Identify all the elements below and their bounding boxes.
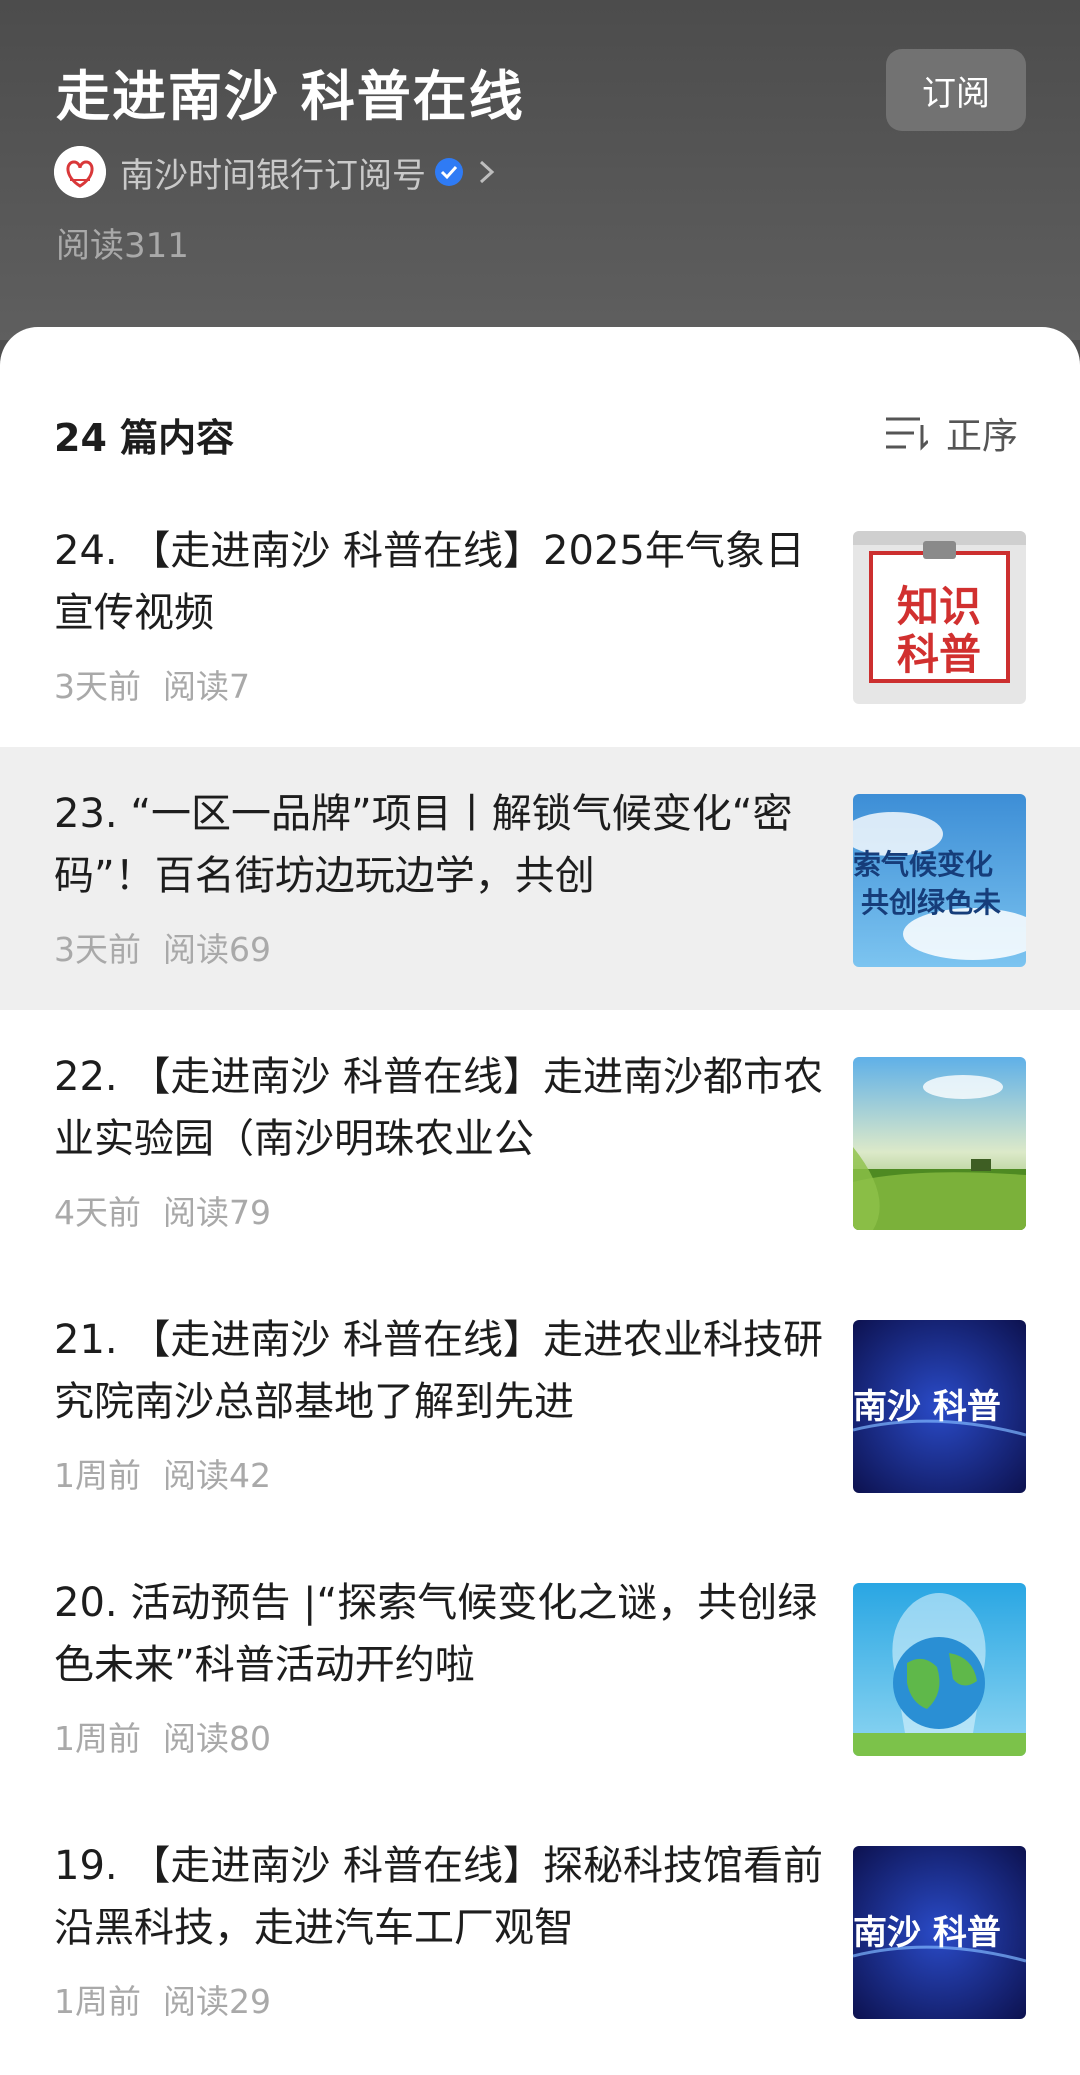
list-item[interactable]: 19. 【走进南沙 科普在线】探秘科技馆看前沿黑科技，走进汽车工厂观智 1周前 … [0,1799,1080,2062]
article-header: 走进南沙 科普在线 订阅 南沙时间银行订阅号 阅读311 [0,0,1080,340]
item-reads: 阅读80 [163,1719,271,1758]
sort-order-icon [886,417,928,451]
svg-text:南沙 科普: 南沙 科普 [853,1913,1001,1953]
item-thumbnail: 索气候变化 共创绿色未 [853,794,1026,967]
item-thumbnail [853,1057,1026,1230]
sort-button[interactable]: 正序 [884,407,1018,459]
heart-logo-icon [54,146,106,198]
item-meta: 1周前 阅读29 [54,1975,271,2023]
item-title: 24. 【走进南沙 科普在线】2025年气象日宣传视频 [54,528,805,636]
thumb-text: 知识 [897,582,981,631]
item-reads: 阅读7 [163,667,250,706]
item-thumbnail: 南沙 科普 [853,1320,1026,1493]
item-time: 1周前 [54,1982,141,2021]
collection-panel: 24 篇内容 正序 24. 【走进南沙 科普在线】2025年气象日宣传视频 3天… [0,327,1080,2075]
list-item[interactable]: 22. 【走进南沙 科普在线】走进南沙都市农业实验园（南沙明珠农业公 4天前 阅… [0,1010,1080,1273]
item-title: 22. 【走进南沙 科普在线】走进南沙都市农业实验园（南沙明珠农业公 [54,1054,824,1162]
chevron-right-icon [479,160,495,184]
subscribe-button[interactable]: 订阅 [886,49,1026,131]
item-reads: 阅读29 [163,1982,271,2021]
item-meta: 1周前 阅读80 [54,1712,271,1760]
item-time: 1周前 [54,1719,141,1758]
item-reads: 阅读69 [163,930,271,969]
sort-label: 正序 [946,416,1019,457]
list-item[interactable]: 21. 【走进南沙 科普在线】走进农业科技研究院南沙总部基地了解到先进 1周前 … [0,1273,1080,1536]
svg-text:索气候变化: 索气候变化 [853,848,993,881]
item-meta: 4天前 阅读79 [54,1186,271,1234]
svg-text:南沙 科普: 南沙 科普 [853,1387,1001,1427]
page-title: 走进南沙 科普在线 [56,65,525,128]
item-time: 1周前 [54,1456,141,1495]
item-thumbnail: 知识 科普 [853,531,1026,704]
verified-badge-icon [435,158,463,186]
read-count: 阅读311 [56,226,189,266]
list-item[interactable]: 24. 【走进南沙 科普在线】2025年气象日宣传视频 3天前 阅读7 知识 科… [0,484,1080,747]
item-time: 3天前 [54,930,141,969]
item-title: 21. 【走进南沙 科普在线】走进农业科技研究院南沙总部基地了解到先进 [54,1317,824,1425]
item-time: 4天前 [54,1193,141,1232]
item-thumbnail: 南沙 科普 [853,1846,1026,2019]
item-title: 19. 【走进南沙 科普在线】探秘科技馆看前沿黑科技，走进汽车工厂观智 [54,1843,824,1951]
account-link[interactable]: 南沙时间银行订阅号 [54,144,498,200]
svg-text:科普: 科普 [897,630,981,679]
item-reads: 阅读79 [163,1193,271,1232]
svg-text:共创绿色未: 共创绿色未 [861,886,1001,919]
list-item[interactable]: 20. 活动预告 |“探索气候变化之谜，共创绿色未来”科普活动开约啦 1周前 阅… [0,1536,1080,1799]
item-title: 23. “一区一品牌”项目丨解锁气候变化“密码”！百名街坊边玩边学，共创 [54,791,793,899]
account-avatar [54,146,106,198]
list-item[interactable]: 23. “一区一品牌”项目丨解锁气候变化“密码”！百名街坊边玩边学，共创 3天前… [0,747,1080,1010]
item-meta: 3天前 阅读69 [54,923,271,971]
account-name: 南沙时间银行订阅号 [120,155,426,196]
item-title: 20. 活动预告 |“探索气候变化之谜，共创绿色未来”科普活动开约啦 [54,1580,818,1688]
item-meta: 3天前 阅读7 [54,660,250,708]
item-meta: 1周前 阅读42 [54,1449,271,1497]
item-thumbnail [853,1583,1026,1756]
item-time: 3天前 [54,667,141,706]
item-reads: 阅读42 [163,1456,271,1495]
content-count: 24 篇内容 [54,416,235,460]
